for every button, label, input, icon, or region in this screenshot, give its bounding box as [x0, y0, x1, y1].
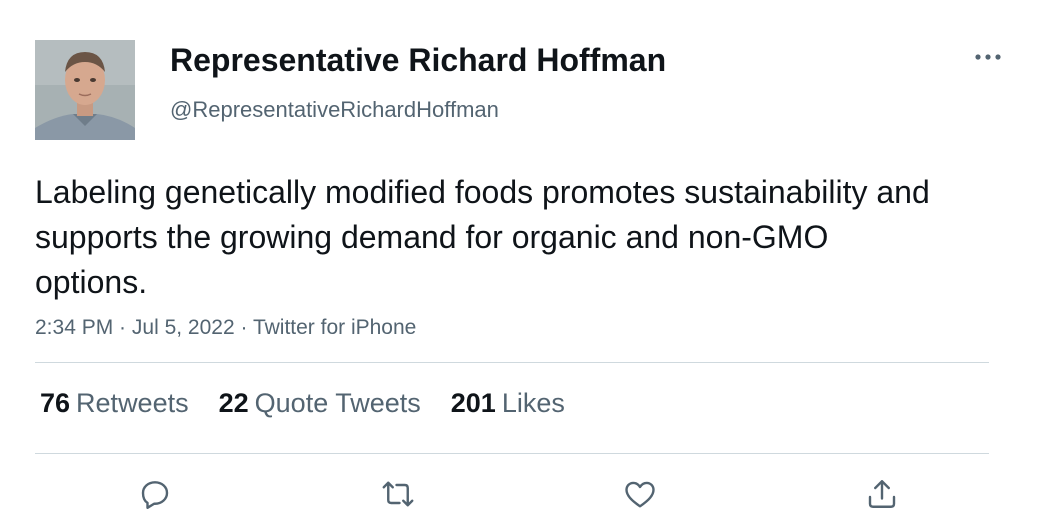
tweet-stats: 76 Retweets 22 Quote Tweets 201 Likes: [40, 388, 565, 419]
quote-tweets-label: Quote Tweets: [254, 388, 421, 418]
divider: [35, 362, 989, 363]
share-button[interactable]: [862, 474, 902, 514]
tweet-source[interactable]: Twitter for iPhone: [253, 316, 416, 339]
likes-stat[interactable]: 201 Likes: [451, 388, 565, 419]
author-handle[interactable]: @RepresentativeRichardHoffman: [170, 97, 499, 123]
meta-separator: ·: [234, 316, 253, 339]
like-icon: [625, 481, 655, 508]
avatar-photo: [35, 40, 135, 140]
likes-label: Likes: [501, 388, 565, 418]
share-icon: [868, 480, 896, 508]
like-button[interactable]: [620, 474, 660, 514]
tweet-meta: 2:34 PM · Jul 5, 2022 · Twitter for iPho…: [35, 316, 416, 340]
tweet-date[interactable]: Jul 5, 2022: [132, 316, 235, 339]
tweet-actions: [0, 474, 1050, 514]
retweet-icon: [382, 481, 414, 507]
retweets-label: Retweets: [76, 388, 189, 418]
retweet-button[interactable]: [378, 474, 418, 514]
more-options-button[interactable]: [968, 42, 1008, 72]
meta-separator: ·: [113, 316, 132, 339]
reply-button[interactable]: [135, 474, 175, 514]
tweet-time[interactable]: 2:34 PM: [35, 316, 113, 339]
more-horizontal-icon: [975, 54, 1001, 60]
tweet-text: Labeling genetically modified foods prom…: [35, 174, 930, 300]
reply-icon: [141, 481, 169, 509]
retweets-stat[interactable]: 76 Retweets: [40, 388, 189, 419]
quote-tweets-count: 22: [218, 388, 249, 418]
retweets-count: 76: [40, 388, 71, 418]
quote-tweets-stat[interactable]: 22 Quote Tweets: [219, 388, 421, 419]
likes-count: 201: [450, 388, 496, 418]
divider: [35, 453, 989, 454]
author-display-name[interactable]: Representative Richard Hoffman: [170, 42, 666, 79]
avatar[interactable]: [35, 40, 135, 140]
